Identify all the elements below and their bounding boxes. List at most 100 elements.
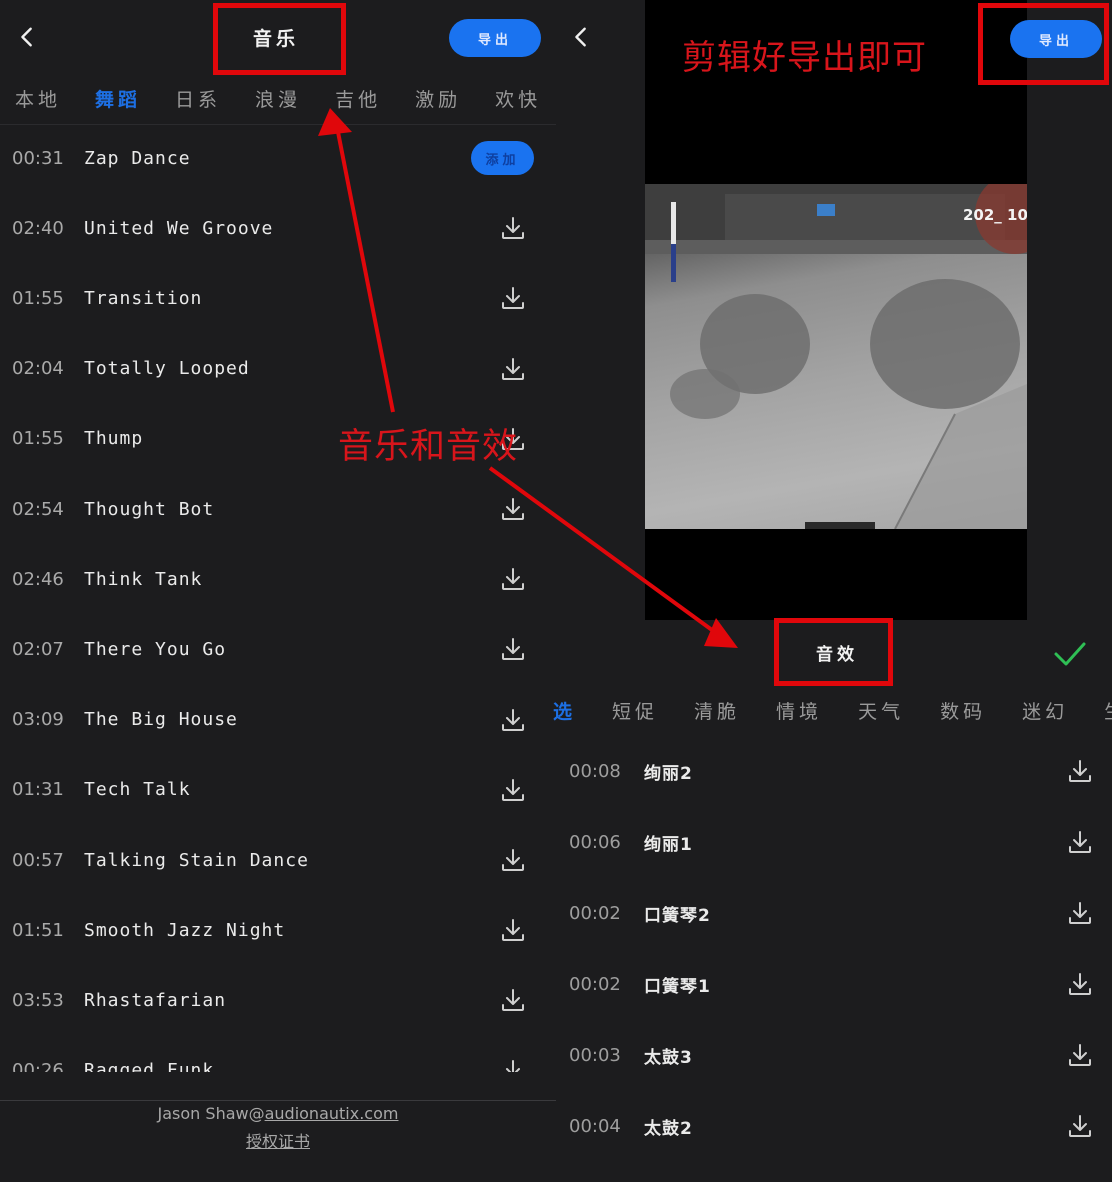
track-name: Thought Bot [84,498,215,520]
download-icon [1065,831,1095,861]
add-track-button[interactable]: 添加 [471,141,534,175]
footer-divider [0,1100,556,1101]
track-row[interactable]: 00:26 Ragged Funk [12,1051,542,1072]
effect-duration: 00:06 [569,831,621,853]
download-button[interactable] [498,283,528,313]
download-icon [498,1059,528,1072]
effect-row[interactable]: 00:03 太鼓3 [569,1035,1112,1075]
license-credit: Jason Shaw@audionautix.com [0,1104,556,1123]
download-icon [498,708,528,739]
annotation-box-effects-title [774,618,893,686]
track-name: Thump [84,428,144,450]
effect-duration: 00:03 [569,1044,621,1066]
effect-duration: 00:02 [569,973,621,995]
certificate-link[interactable]: 授权证书 [246,1132,310,1151]
track-duration: 00:26 [12,1060,64,1072]
track-duration: 02:04 [12,358,64,380]
track-row[interactable]: 02:40 United We Groove [12,208,542,248]
track-duration: 00:57 [12,849,64,871]
download-icon [498,287,528,317]
track-name: Think Tank [84,568,203,590]
track-duration: 01:31 [12,779,64,801]
effect-name: 口簧琴1 [644,976,711,997]
download-icon [498,217,528,247]
download-button[interactable] [498,494,528,524]
annotation-box-export [978,3,1109,85]
download-button[interactable] [498,985,528,1015]
track-row[interactable]: 02:07 There You Go [12,629,542,669]
download-icon [1065,973,1095,1003]
track-name: Talking Stain Dance [84,849,309,871]
license-certificate: 授权证书 [0,1128,556,1152]
download-icon [498,498,528,528]
music-track-list[interactable]: 00:31 Zap Dance 添加 02:40 United We Groove 01:… [12,0,542,1072]
track-row[interactable]: 01:51 Smooth Jazz Night [12,910,542,950]
track-row[interactable]: 00:31 Zap Dance 添加 [12,138,542,178]
track-duration: 00:31 [12,147,64,169]
download-button[interactable] [1065,756,1095,786]
music-panel: 音乐 导出 本地 舞蹈 日系 浪漫 吉他 激励 欢快 00:31 Zap Danc… [0,0,556,1182]
effect-row[interactable]: 00:04 太鼓2 [569,1106,1112,1146]
artist-name: Jason Shaw@ [157,1104,265,1123]
effect-duration: 00:02 [569,902,621,924]
effect-row[interactable]: 00:06 绚丽1 [569,822,1112,862]
audionautix-link[interactable]: audionautix.com [265,1104,399,1123]
effect-name: 太鼓3 [644,1047,693,1068]
download-button[interactable] [498,634,528,664]
annotation-music-and-effects: 音乐和音效 [338,427,519,467]
track-duration: 01:55 [12,428,64,450]
effect-name: 绚丽1 [644,834,693,855]
track-row[interactable]: 01:31 Tech Talk [12,770,542,810]
track-row[interactable]: 03:53 Rhastafarian [12,980,542,1020]
track-duration: 02:07 [12,638,64,660]
effect-name: 绚丽2 [644,763,693,784]
download-icon [498,568,528,598]
track-row[interactable]: 03:09 The Big House [12,700,542,740]
download-button[interactable] [498,775,528,805]
download-icon [498,919,528,949]
effect-duration: 00:04 [569,1115,621,1137]
download-button[interactable] [498,845,528,875]
effect-name: 太鼓2 [644,1118,693,1139]
track-row[interactable]: 01:55 Transition [12,278,542,318]
track-name: There You Go [84,638,227,660]
track-duration: 01:55 [12,287,64,309]
track-row[interactable]: 02:04 Totally Looped [12,349,542,389]
track-duration: 02:54 [12,498,64,520]
effect-row[interactable]: 00:02 口簧琴1 [569,964,1112,1004]
download-button[interactable] [498,564,528,594]
track-name: The Big House [84,709,238,731]
track-duration: 02:40 [12,217,64,239]
download-button[interactable] [498,915,528,945]
track-duration: 03:09 [12,709,64,731]
download-icon [1065,760,1095,790]
download-button[interactable] [1065,969,1095,999]
annotation-box-music-title [213,3,346,75]
track-name: Smooth Jazz Night [84,919,286,941]
track-row[interactable]: 02:46 Think Tank [12,559,542,599]
track-name: Transition [84,287,203,309]
sound-effects-list[interactable]: 00:08 绚丽2 00:06 绚丽1 00:02 口簧琴2 00:02 口簧琴1 00:03 太… [569,0,1112,1182]
download-icon [498,849,528,879]
download-icon [498,989,528,1019]
download-button[interactable] [1065,898,1095,928]
track-row[interactable]: 02:54 Thought Bot [12,489,542,529]
effect-duration: 00:08 [569,760,621,782]
effect-row[interactable]: 00:02 口簧琴2 [569,893,1112,933]
track-duration: 03:53 [12,989,64,1011]
download-icon [498,357,528,388]
track-row[interactable]: 00:57 Talking Stain Dance [12,840,542,880]
effect-row[interactable]: 00:08 绚丽2 [569,751,1112,791]
track-name: Ragged Funk [84,1060,215,1072]
track-name: Tech Talk [84,779,191,801]
download-button[interactable] [498,213,528,243]
download-button[interactable] [1065,1111,1095,1141]
download-button[interactable] [1065,827,1095,857]
download-button[interactable] [498,705,528,735]
track-name: Zap Dance [84,147,191,169]
download-button[interactable] [498,354,528,384]
download-icon [1065,1115,1095,1145]
download-button[interactable] [1065,1040,1095,1070]
download-button[interactable] [498,1056,528,1072]
download-icon [498,638,528,668]
